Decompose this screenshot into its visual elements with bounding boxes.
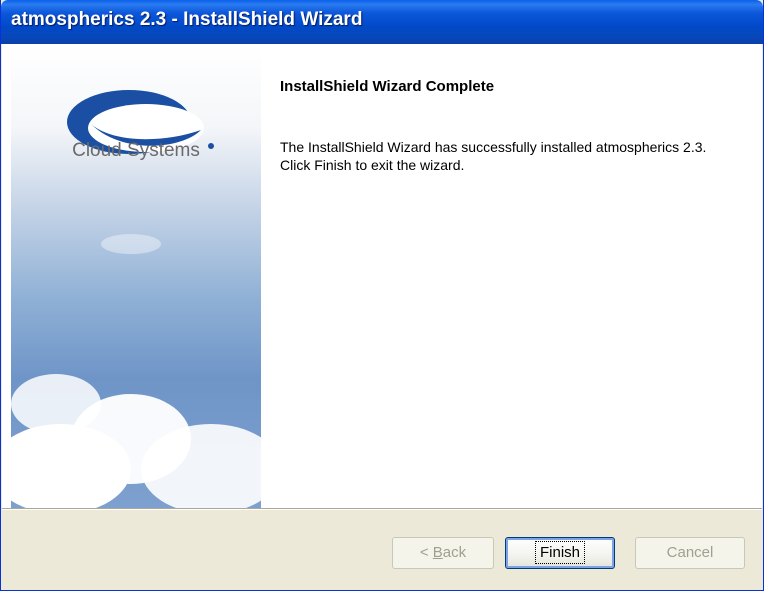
back-button[interactable]: < Back [392,537,494,569]
finish-button[interactable]: Finish [505,537,615,569]
page-heading: InstallShield Wizard Complete [280,78,495,95]
wizard-content: Cloud Systems InstallShield Wizard Compl… [2,44,762,508]
side-banner-image: Cloud Systems [11,44,261,508]
installer-window: atmospherics 2.3 - InstallShield Wizard … [0,0,764,591]
title-bar[interactable]: atmospherics 2.3 - InstallShield Wizard [1,0,763,44]
back-accel: B [432,544,443,561]
back-prefix: < [419,544,433,561]
window-title: atmospherics 2.3 - InstallShield Wizard [11,9,363,30]
logo-text: Cloud Systems [72,140,200,161]
cancel-button[interactable]: Cancel [635,537,745,569]
separator [2,508,762,510]
completion-message: The InstallShield Wizard has successfull… [280,139,707,173]
cancel-label: Cancel [666,544,714,561]
finish-label: Finish [534,541,586,564]
back-rest: ack [442,544,467,561]
